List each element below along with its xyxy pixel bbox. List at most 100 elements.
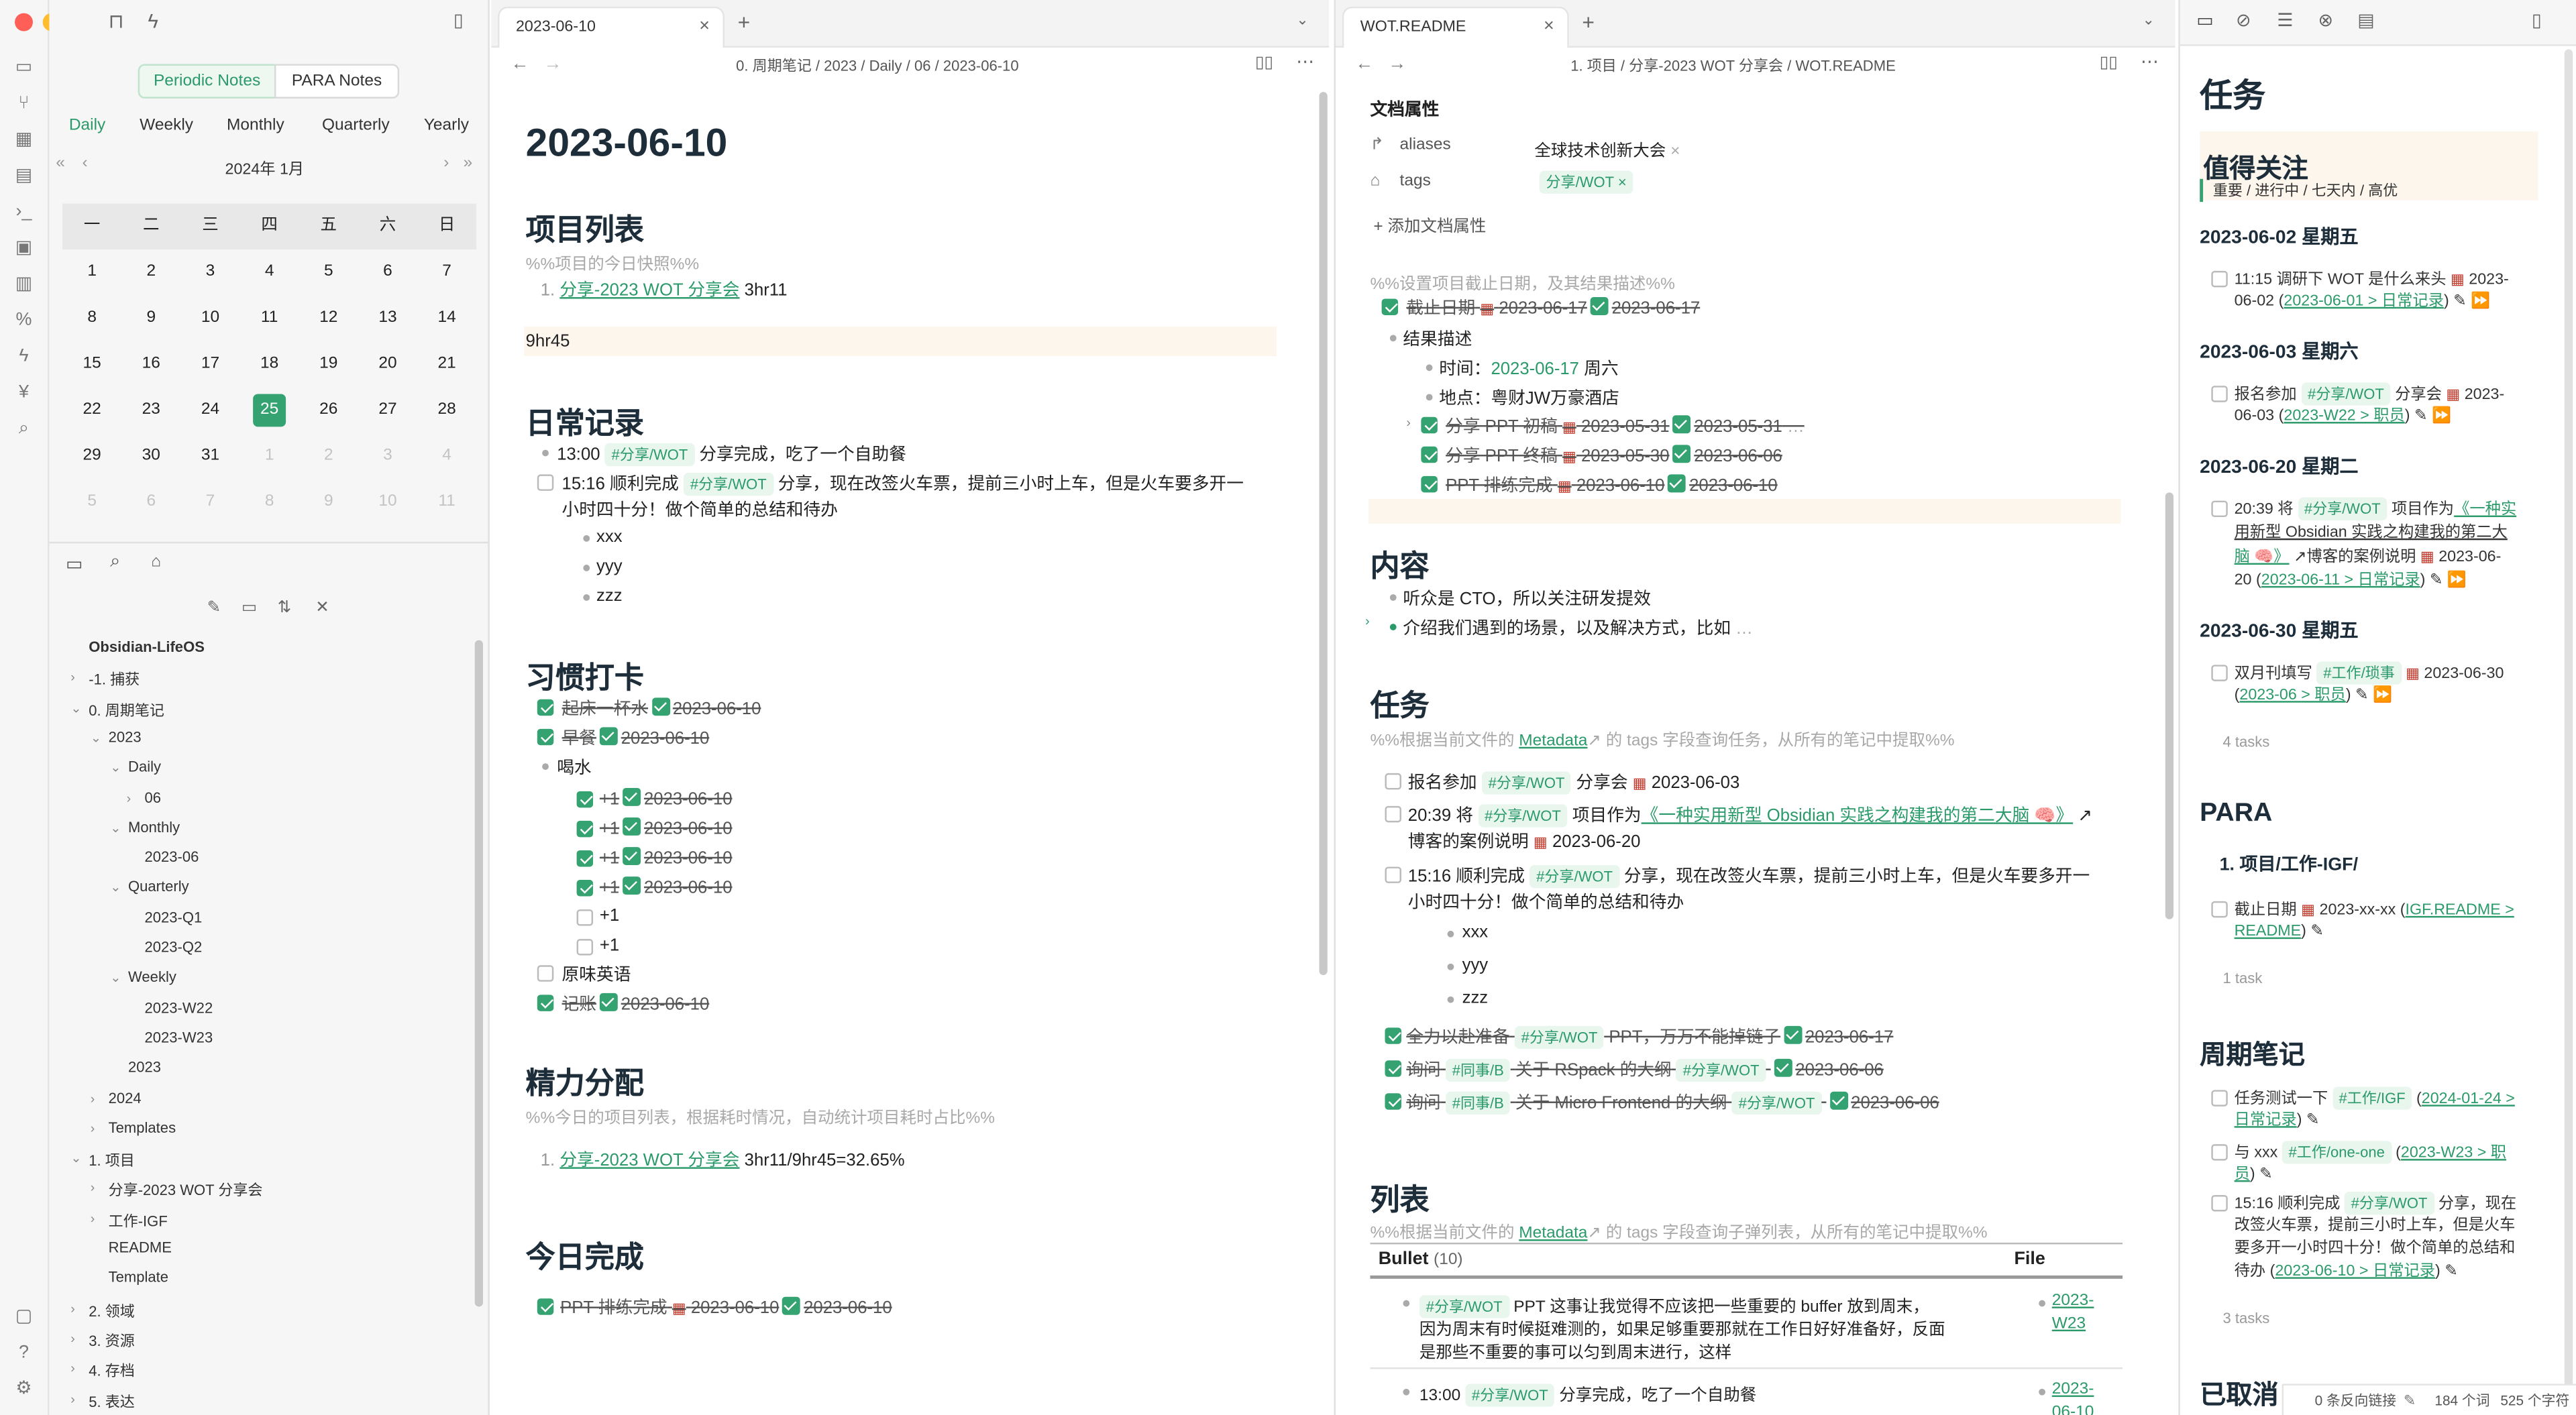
task-checkbox[interactable] [537,728,554,746]
add-property-button[interactable]: + 添加文档属性 [1373,212,1486,237]
chevron-right-icon[interactable]: › [127,791,131,805]
calendar-day[interactable]: 14 [417,296,476,342]
new-tab-icon[interactable]: + [1582,10,1595,35]
tab-list-icon[interactable]: ⌄ [2142,11,2154,30]
link-icon[interactable]: ⊘ [2236,10,2251,31]
task-checkbox[interactable] [2211,386,2228,402]
task-checkbox[interactable] [576,820,594,838]
calendar-day[interactable]: 10 [180,296,239,342]
tree-item[interactable]: 06 [145,789,162,805]
scrollbar[interactable] [2564,49,2573,1406]
chevron-down-icon[interactable]: ⌄ [110,820,121,835]
calendar-day[interactable]: 11 [240,296,299,342]
percent-icon[interactable]: % [11,308,36,333]
calendar-day[interactable]: 13 [358,296,417,342]
chevron-down-icon[interactable]: ⌄ [70,700,81,715]
note-link[interactable]: 《一种实用新型 Obsidian 实践之构建我的第二大脑 🧠》 [1642,806,2074,826]
file-link[interactable]: 2023- [2052,1381,2094,1399]
tree-item[interactable]: 工作-IGF [109,1209,168,1231]
tree-item[interactable]: Template [109,1269,168,1286]
tree-item[interactable]: Monthly [128,819,180,835]
tree-item[interactable]: 2. 领域 [89,1300,135,1321]
calendar-day[interactable]: 2 [121,249,180,296]
calendar-day[interactable]: 15 [62,341,121,388]
chevron-right-icon[interactable]: › [70,1331,75,1346]
calendar-day[interactable]: 23 [121,388,180,434]
tree-item[interactable]: 2024 [109,1089,142,1105]
calendar-day[interactable]: 29 [62,433,121,479]
project-link[interactable]: 分享-2023 WOT 分享会 [559,1151,739,1170]
tab-para-notes[interactable]: PARA Notes [274,64,400,99]
tag-icon[interactable]: ⌂ [151,553,161,571]
outgoing-link-icon[interactable]: ⊗ [2318,10,2334,31]
tree-item[interactable]: 2023-Q2 [145,939,203,955]
more-options-icon[interactable]: ⋯ [1296,51,1314,72]
calendar-day[interactable]: 1 [240,433,299,479]
calendar-day[interactable]: 10 [358,479,417,526]
calendar-day[interactable]: 8 [62,296,121,342]
prev-year-icon[interactable]: « [56,154,65,172]
tab-periodic-notes[interactable]: Periodic Notes [138,64,276,99]
task-link[interactable]: IGF.README > [2406,901,2514,919]
metadata-link[interactable]: Metadata [1519,1225,1587,1243]
task-checkbox[interactable] [576,791,594,808]
settings-icon[interactable]: ⚙ [11,1377,36,1402]
sidebar-toggle-icon[interactable]: ▯ [453,10,464,31]
calendar-icon[interactable]: ▤ [11,164,36,189]
calendar-day[interactable]: 17 [180,341,239,388]
yen-icon[interactable]: ¥ [11,381,36,406]
back-icon[interactable]: ← [1355,54,1373,74]
chevron-right-icon[interactable]: › [91,1091,95,1106]
chevron-down-icon[interactable]: ⌄ [110,970,121,985]
task-link[interactable]: 用新型 Obsidian 实践之构建我的第二大 [2235,522,2508,545]
task-checkbox[interactable] [537,474,554,491]
chevron-down-icon[interactable]: ⌄ [70,1151,81,1166]
task-checkbox[interactable] [537,1298,554,1315]
scrollbar[interactable] [474,640,484,1307]
folder-icon[interactable]: ▭ [66,553,83,574]
chevron-right-icon[interactable]: › [91,1181,95,1196]
calendar-day[interactable]: 3 [180,249,239,296]
terminal-icon[interactable]: ›_ [11,201,36,225]
task-checkbox[interactable] [2211,1144,2228,1161]
tab-readme[interactable]: WOT.README × [1342,6,1569,48]
task-checkbox[interactable] [576,850,594,867]
calendar-day[interactable]: 26 [299,388,358,434]
tree-item[interactable]: 5. 表达 [89,1390,135,1411]
reading-view-icon[interactable]: ▯▯ [2100,54,2118,72]
calendar-day[interactable]: 21 [417,341,476,388]
calendar-day[interactable]: 7 [417,249,476,296]
breadcrumb[interactable]: 0. 周期笔记 / 2023 / Daily / 06 / 2023-06-10 [736,54,1018,80]
period-tab-monthly[interactable]: Monthly [227,117,284,135]
tree-item[interactable]: 分享-2023 WOT 分享会 [109,1179,263,1200]
reading-view-icon[interactable]: ▯▯ [1255,54,1273,72]
task-checkbox[interactable] [576,939,594,956]
chevron-down-icon[interactable]: ⌄ [110,760,121,775]
outline-file-icon[interactable]: ▭ [2196,10,2213,31]
tree-item[interactable]: 2023-W22 [145,999,213,1015]
project-link[interactable]: 分享-2023 WOT 分享会 [559,281,739,300]
list-icon[interactable]: ☰ [2277,10,2293,31]
task-link[interactable]: 2023-06 > 职员 [2239,686,2345,704]
calendar-day[interactable]: 2 [299,433,358,479]
collapse-icon[interactable]: ✕ [315,599,329,617]
tree-item[interactable]: 3. 资源 [89,1329,135,1351]
aliases-value[interactable]: 全球技术创新大会 × [1534,136,1680,161]
calendar-day[interactable]: 27 [358,388,417,434]
calendar-day[interactable]: 6 [121,479,180,526]
aliases-key[interactable]: aliases [1400,136,1451,154]
tree-item[interactable]: 4. 存档 [89,1359,135,1381]
tree-item[interactable]: 2023 [109,729,142,745]
forward-icon[interactable]: → [1388,54,1406,74]
calendar-day[interactable]: 4 [417,433,476,479]
calendar-day[interactable]: 11 [417,479,476,526]
archive-icon[interactable]: ▤ [2357,10,2374,31]
tag[interactable]: #分享/WOT [684,472,773,496]
calendar-day[interactable]: 9 [121,296,180,342]
bolt-tab-icon[interactable]: ϟ [148,10,158,33]
tree-item[interactable]: README [109,1239,172,1255]
calendar-day[interactable]: 4 [240,249,299,296]
tree-item[interactable]: 2023 [128,1059,161,1075]
scrollbar[interactable] [1319,92,1328,975]
column-header-file[interactable]: File [2014,1249,2045,1269]
